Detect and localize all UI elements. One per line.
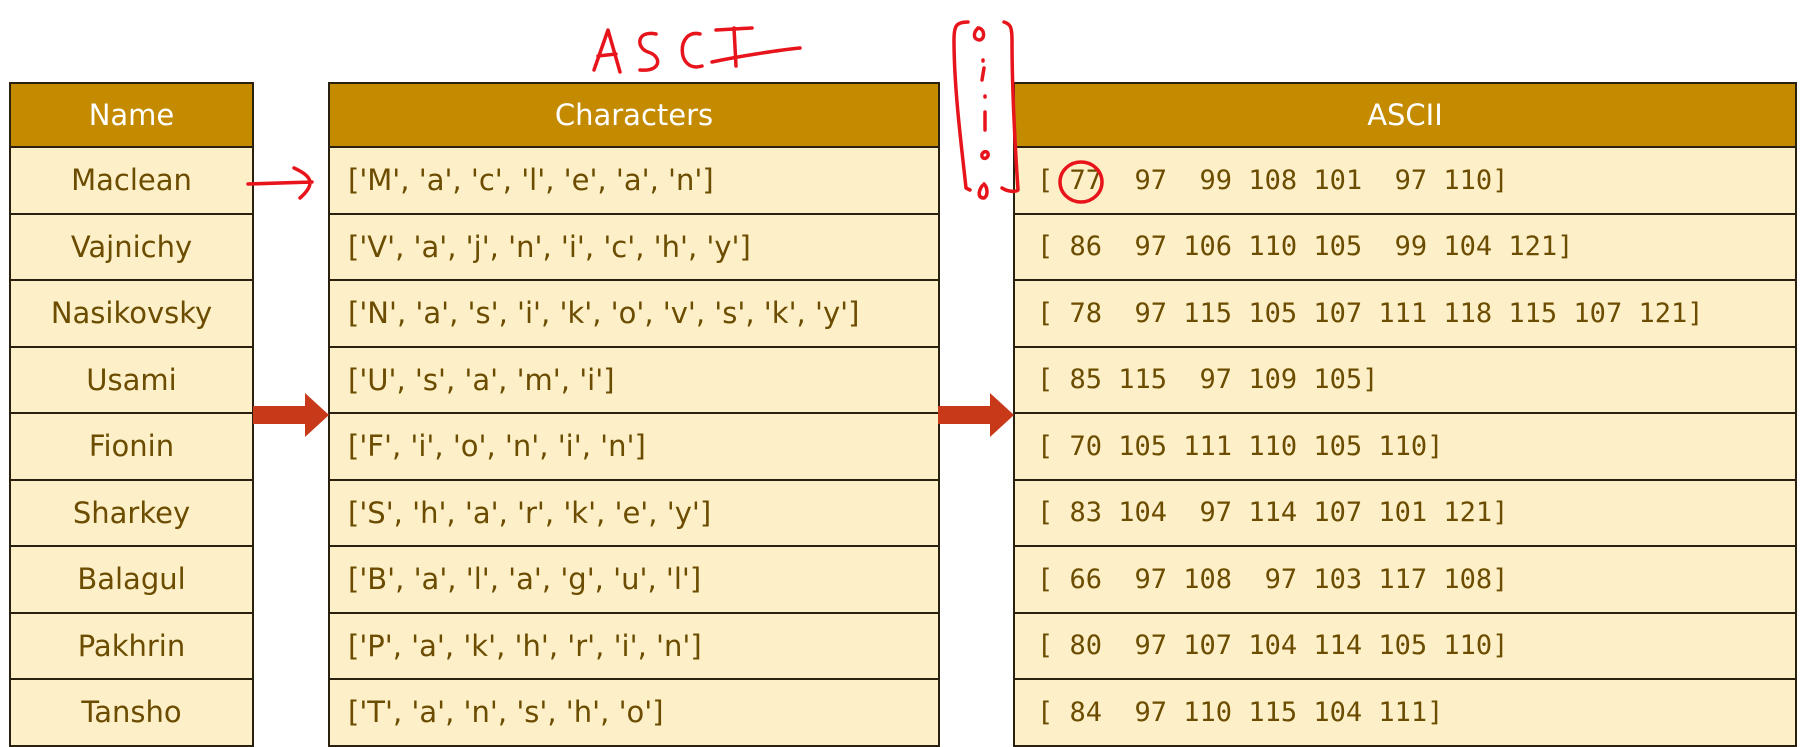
ascii-cell: [ 83 104 97 114 107 101 121] — [1015, 480, 1795, 547]
arrow-right-icon — [938, 393, 1014, 437]
characters-cell: ['F', 'i', 'o', 'n', 'i', 'n'] — [330, 414, 938, 481]
name-cell: Tansho — [11, 680, 252, 747]
ascii-cell: [ 78 97 115 105 107 111 118 115 107 121] — [1015, 281, 1795, 348]
name-cell: Balagul — [11, 547, 252, 614]
name-cell: Fionin — [11, 414, 252, 481]
name-cell: Usami — [11, 347, 252, 414]
ascii-cell: [ 70 105 111 110 105 110] — [1015, 414, 1795, 481]
ascii-cell: [ 86 97 106 110 105 99 104 121] — [1015, 214, 1795, 281]
handwritten-ascii-label — [592, 26, 802, 74]
name-cell: Maclean — [11, 148, 252, 215]
name-cell: Sharkey — [11, 480, 252, 547]
characters-cell: ['V', 'a', 'j', 'n', 'i', 'c', 'h', 'y'] — [330, 214, 938, 281]
characters-cell: ['N', 'a', 's', 'i', 'k', 'o', 'v', 's',… — [330, 281, 938, 348]
name-column: Name Maclean Vajnichy Nasikovsky Usami Fioni… — [9, 82, 254, 747]
name-cell: Vajnichy — [11, 214, 252, 281]
characters-header: Characters — [330, 82, 938, 148]
characters-cell: ['U', 's', 'a', 'm', 'i'] — [330, 347, 938, 414]
characters-column: Characters ['M', 'a', 'c', 'l', 'e', 'a'… — [328, 82, 940, 747]
ascii-cell: [ 80 97 107 104 114 105 110] — [1015, 613, 1795, 680]
handwritten-arrow — [246, 166, 314, 200]
ascii-cell: [ 84 97 110 115 104 111] — [1015, 680, 1795, 747]
arrow-right-icon — [253, 393, 329, 437]
ascii-column: ASCII [ 77 97 99 108 101 97 110][ 86 97 … — [1013, 82, 1797, 747]
name-cell: Nasikovsky — [11, 281, 252, 348]
handwritten-index-bracket — [952, 20, 1020, 200]
name-header: Name — [11, 82, 252, 148]
characters-cell: ['T', 'a', 'n', 's', 'h', 'o'] — [330, 680, 938, 747]
characters-cell: ['P', 'a', 'k', 'h', 'r', 'i', 'n'] — [330, 613, 938, 680]
characters-cell: ['S', 'h', 'a', 'r', 'k', 'e', 'y'] — [330, 480, 938, 547]
ascii-header: ASCII — [1015, 82, 1795, 148]
ascii-cell: [ 85 115 97 109 105] — [1015, 347, 1795, 414]
characters-cell: ['M', 'a', 'c', 'l', 'e', 'a', 'n'] — [330, 148, 938, 215]
ascii-cell: [ 66 97 108 97 103 117 108] — [1015, 547, 1795, 614]
characters-cell: ['B', 'a', 'l', 'a', 'g', 'u', 'l'] — [330, 547, 938, 614]
name-cell: Pakhrin — [11, 613, 252, 680]
ascii-cell: [ 77 97 99 108 101 97 110] — [1015, 148, 1795, 215]
